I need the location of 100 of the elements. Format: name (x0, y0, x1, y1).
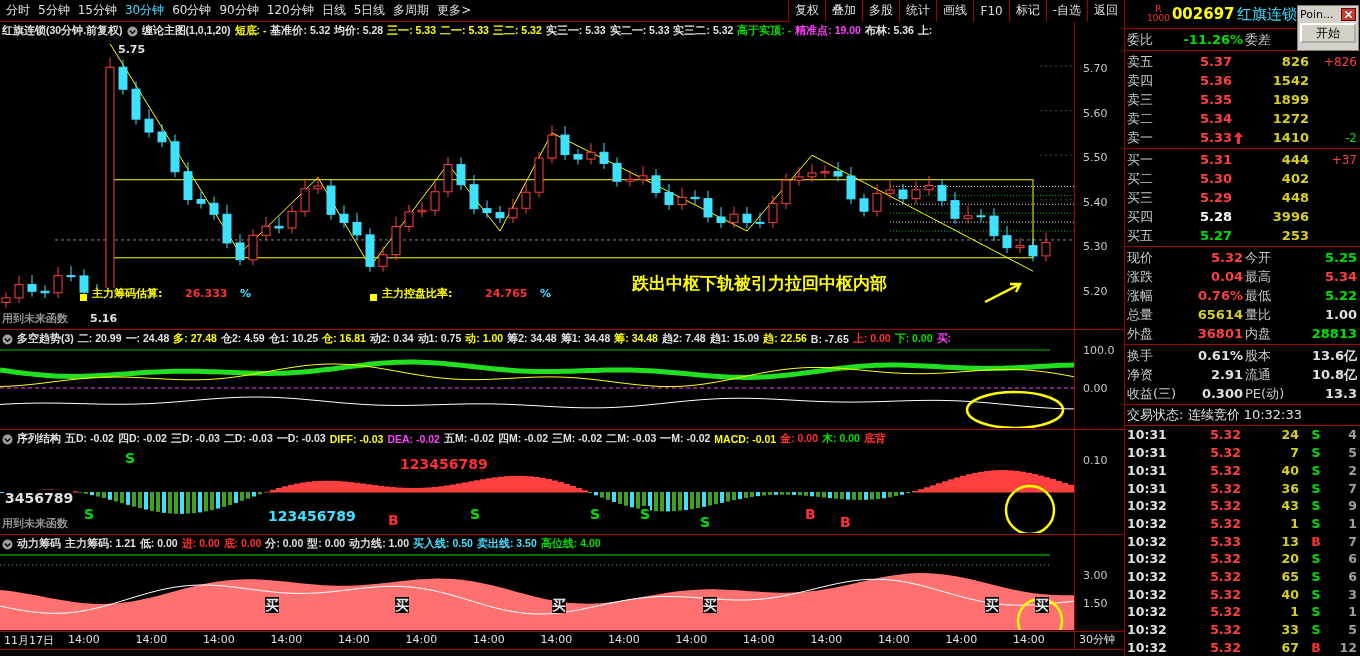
stat-value: 65614 (1196, 307, 1243, 323)
indicator-value: 三D: -0.03 (170, 432, 220, 446)
toolbar-button[interactable]: -自选 (1045, 0, 1087, 22)
order-level-label: 买一 (1126, 151, 1154, 169)
period-tab[interactable]: 分时 (2, 2, 34, 19)
annotation-text: 跌出中枢下轨被引力拉回中枢内部 (632, 272, 887, 295)
indicator-value: 一: 24.48 (125, 332, 170, 346)
indicator-name: 缠论主图(1,0,1,20) (141, 24, 231, 38)
signal-marker: 买 (1035, 597, 1049, 614)
order-level-label: 买三 (1126, 189, 1154, 207)
signal-marker: 买 (395, 597, 409, 614)
x-axis-label: 14:00 (270, 633, 303, 646)
stat-value: 0.04 (1209, 269, 1243, 285)
popup-title: Poin... (1300, 8, 1334, 21)
indicator-value: 精准点: 19.00 (795, 24, 861, 38)
tick-price: 5.32 (1209, 427, 1241, 443)
indicator-value: 布林: 5.36 (864, 24, 914, 38)
period-tab[interactable]: 90分钟 (215, 2, 263, 19)
toolbar-button[interactable]: 复权 (788, 0, 826, 22)
stat-label: 量比 (1244, 306, 1272, 324)
tick-time: 10:31 (1126, 445, 1168, 461)
toolbar-button[interactable]: 统计 (899, 0, 937, 22)
order-price: 5.28 (1199, 209, 1232, 225)
y-axis-label: 5.40 (1083, 195, 1108, 209)
order-volume: 444 (1280, 152, 1309, 168)
indicator-value: 进: 0.00 (181, 537, 220, 551)
toolbar-button[interactable]: 叠加 (825, 0, 863, 22)
indicator-value: 实三一: 5.33 (545, 24, 606, 38)
close-button[interactable] (1341, 8, 1356, 21)
tick-time: 10:31 (1126, 480, 1168, 496)
tick-count: 7 (1347, 480, 1357, 496)
tick-time: 10:31 (1126, 462, 1168, 478)
order-level-label: 卖二 (1126, 110, 1154, 128)
indicator-value: 仓: 16.81 (322, 332, 366, 346)
order-volume: 402 (1280, 171, 1309, 187)
chevron-down-icon[interactable] (2, 538, 13, 550)
period-tab[interactable]: 日线 (317, 2, 350, 19)
tick-price: 5.32 (1209, 568, 1241, 584)
order-level-label: 卖四 (1126, 72, 1154, 90)
stat-label: 换手 (1126, 347, 1154, 365)
tick-price: 5.33 (1209, 533, 1241, 549)
period-tab[interactable]: 60分钟 (168, 2, 216, 19)
indicator-value: 底: 0.00 (223, 537, 262, 551)
indicator-value: DIFF: -0.03 (329, 433, 384, 445)
stock-name: 红旗连锁 (1236, 4, 1297, 24)
indicator-value: 仓1: 10.25 (268, 332, 319, 346)
stat-value: 13.3 (1323, 386, 1357, 402)
tick-volume: 1 (1289, 515, 1299, 531)
indicator-value: 卖出线: 3.50 (476, 537, 537, 551)
indicator-value: 筹1: 34.48 (560, 332, 611, 346)
indicator-value: 一M: -0.02 (660, 432, 711, 446)
future-function-note: 用到未来函数 (2, 313, 68, 326)
tick-time: 10:32 (1126, 639, 1168, 655)
order-price: 5.34 (1199, 111, 1232, 127)
chevron-down-icon[interactable] (2, 333, 13, 345)
tick-volume: 20 (1280, 551, 1299, 567)
future-function-note: 用到未来函数 (2, 518, 68, 531)
period-tab[interactable]: 120分钟 (262, 2, 318, 19)
tick-time: 10:32 (1126, 622, 1168, 638)
tick-time: 10:32 (1126, 498, 1168, 514)
toolbar-button[interactable]: 画线 (936, 0, 974, 22)
chevron-down-icon[interactable] (126, 25, 138, 37)
tick-count: 9 (1347, 498, 1357, 514)
indicator-value: 实三二: 5.32 (673, 24, 734, 38)
tick-side: S (1310, 604, 1322, 620)
indicator-value: 基准价: 5.32 (270, 24, 331, 38)
order-price: 5.27 (1199, 228, 1232, 244)
indicator-value: 四D: -0.02 (117, 432, 167, 446)
period-tab[interactable]: 5分钟 (34, 2, 74, 19)
tick-volume: 40 (1280, 462, 1299, 478)
tick-count: 1 (1347, 515, 1357, 531)
toolbar-button[interactable]: F10 (973, 0, 1009, 22)
stat-label: 净资 (1126, 366, 1154, 384)
tick-side: S (1310, 480, 1322, 496)
order-level-label: 卖一 (1126, 129, 1154, 147)
tick-volume: 7 (1289, 445, 1299, 461)
tick-price: 5.32 (1209, 586, 1241, 602)
period-tab[interactable]: 多周期 (389, 2, 434, 19)
toolbar-button[interactable]: 标记 (1008, 0, 1046, 22)
tick-volume: 1 (1289, 604, 1299, 620)
period-tab[interactable]: 30分钟 (120, 2, 169, 19)
indicator-value: 买入线: 0.50 (413, 537, 473, 551)
bullet-icon (370, 294, 377, 301)
tick-count: 5 (1347, 622, 1357, 638)
toolbar-button[interactable]: 多股 (862, 0, 900, 22)
tick-volume: 33 (1280, 622, 1299, 638)
tick-count: 6 (1347, 568, 1357, 584)
period-tab[interactable]: 5日线 (349, 2, 390, 19)
tick-price: 5.32 (1209, 462, 1241, 478)
order-price: 5.35 (1199, 92, 1232, 108)
toolbar-button[interactable]: 返回 (1087, 0, 1124, 22)
indicator-value: 下: 0.00 (894, 332, 933, 346)
indicator-value: 一D: -0.03 (276, 432, 326, 446)
period-tab[interactable]: 更多> (433, 2, 476, 19)
start-button[interactable]: 开始 (1300, 23, 1356, 43)
tick-price: 5.32 (1209, 639, 1241, 655)
period-tab[interactable]: 15分钟 (73, 2, 121, 19)
indicator-value: B: -7.65 (810, 333, 849, 345)
chevron-down-icon[interactable] (2, 433, 13, 445)
tick-side: B (1310, 533, 1322, 549)
